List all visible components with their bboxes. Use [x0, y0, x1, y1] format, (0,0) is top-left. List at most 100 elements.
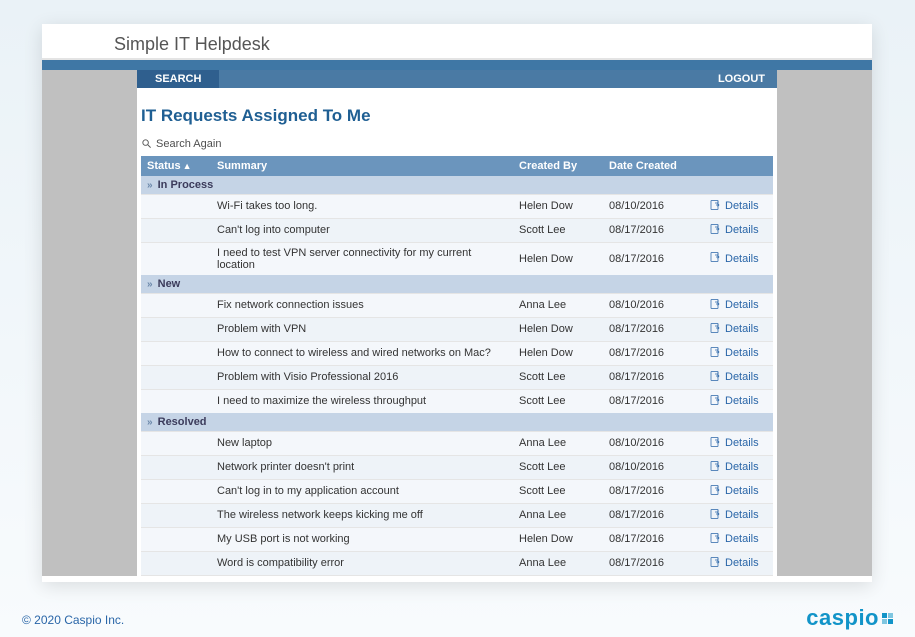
- table-row: How to connect to wireless and wired net…: [141, 341, 773, 365]
- details-label: Details: [725, 557, 759, 569]
- nav-search[interactable]: SEARCH: [137, 70, 219, 88]
- details-link[interactable]: Details: [709, 394, 759, 409]
- table-row: Problem with Visio Professional 2016Scot…: [141, 365, 773, 389]
- cell-date: 08/17/2016: [603, 503, 703, 527]
- details-icon: [709, 199, 721, 214]
- details-icon: [709, 508, 721, 523]
- cell-summary: Fix network connection issues: [211, 293, 513, 317]
- details-link[interactable]: Details: [709, 346, 759, 361]
- cell-date: 08/10/2016: [603, 455, 703, 479]
- cell-action: Details: [703, 341, 773, 365]
- cell-status: [141, 551, 211, 575]
- cell-action: Details: [703, 194, 773, 218]
- details-link[interactable]: Details: [709, 484, 759, 499]
- brand-text: caspio: [806, 605, 879, 631]
- details-label: Details: [725, 395, 759, 407]
- cell-summary: How to connect to wireless and wired net…: [211, 341, 513, 365]
- cell-summary: Problem with Visio Professional 2016: [211, 365, 513, 389]
- cell-date: 08/17/2016: [603, 242, 703, 275]
- cell-date: 08/17/2016: [603, 389, 703, 413]
- cell-status: [141, 242, 211, 275]
- cell-created-by: Scott Lee: [513, 479, 603, 503]
- col-summary[interactable]: Summary: [211, 156, 513, 176]
- cell-date: 08/17/2016: [603, 551, 703, 575]
- details-label: Details: [725, 347, 759, 359]
- cell-date: 08/10/2016: [603, 431, 703, 455]
- details-link[interactable]: Details: [709, 298, 759, 313]
- cell-status: [141, 575, 211, 576]
- app-title: Simple IT Helpdesk: [114, 34, 872, 55]
- table-row: Can't log in to my application accountSc…: [141, 479, 773, 503]
- cell-date: 08/29/2016: [603, 575, 703, 576]
- cell-action: Details: [703, 455, 773, 479]
- cell-date: 08/17/2016: [603, 317, 703, 341]
- cell-action: Details: [703, 431, 773, 455]
- details-label: Details: [725, 299, 759, 311]
- cell-status: [141, 365, 211, 389]
- sort-asc-icon: ▲: [183, 161, 192, 171]
- details-link[interactable]: Details: [709, 508, 759, 523]
- cell-status: [141, 194, 211, 218]
- cell-date: 08/10/2016: [603, 293, 703, 317]
- cell-status: [141, 317, 211, 341]
- details-link[interactable]: Details: [709, 460, 759, 475]
- details-link[interactable]: Details: [709, 532, 759, 547]
- table-row: The wireless network keeps kicking me of…: [141, 503, 773, 527]
- app-header: Simple IT Helpdesk: [42, 24, 872, 60]
- cell-action: Details: [703, 293, 773, 317]
- details-link[interactable]: Details: [709, 436, 759, 451]
- details-label: Details: [725, 461, 759, 473]
- cell-date: 08/17/2016: [603, 527, 703, 551]
- cell-created-by: Helen Dow: [513, 527, 603, 551]
- cell-created-by: Helen Dow: [513, 317, 603, 341]
- chevron-right-icon: »: [147, 417, 153, 428]
- cell-action: Details: [703, 503, 773, 527]
- cell-created-by: Anna Lee: [513, 575, 603, 576]
- search-icon: [141, 138, 152, 149]
- requests-table: Status▲ Summary Created By Date Created …: [141, 156, 773, 577]
- page-copyright: © 2020 Caspio Inc.: [22, 613, 124, 627]
- content-frame: SEARCH LOGOUT IT Requests Assigned To Me…: [42, 70, 872, 576]
- cell-date: 08/17/2016: [603, 479, 703, 503]
- details-link[interactable]: Details: [709, 223, 759, 238]
- search-again-link[interactable]: Search Again: [141, 138, 221, 150]
- cell-status: [141, 293, 211, 317]
- details-link[interactable]: Details: [709, 199, 759, 214]
- details-link[interactable]: Details: [709, 251, 759, 266]
- cell-created-by: Anna Lee: [513, 431, 603, 455]
- details-icon: [709, 394, 721, 409]
- app-window: Simple IT Helpdesk SEARCH LOGOUT IT Requ…: [42, 24, 872, 582]
- chevron-right-icon: »: [147, 180, 153, 191]
- col-date-created[interactable]: Date Created: [603, 156, 703, 176]
- header-accent-bar: [42, 60, 872, 70]
- cell-created-by: Anna Lee: [513, 293, 603, 317]
- details-icon: [709, 251, 721, 266]
- details-icon: [709, 322, 721, 337]
- details-label: Details: [725, 509, 759, 521]
- details-link[interactable]: Details: [709, 556, 759, 571]
- cell-date: 08/17/2016: [603, 365, 703, 389]
- group-header[interactable]: » In Process: [141, 176, 773, 195]
- details-icon: [709, 298, 721, 313]
- cell-summary: Wi-Fi takes too long.: [211, 194, 513, 218]
- table-row: Problem with VPNHelen Dow08/17/2016Detai…: [141, 317, 773, 341]
- details-icon: [709, 436, 721, 451]
- chevron-right-icon: »: [147, 279, 153, 290]
- details-link[interactable]: Details: [709, 370, 759, 385]
- nav-bar: SEARCH LOGOUT: [137, 70, 777, 88]
- cell-created-by: Helen Dow: [513, 341, 603, 365]
- cell-summary: I need to test VPN server connectivity f…: [211, 242, 513, 275]
- group-header[interactable]: » New: [141, 275, 773, 294]
- cell-status: [141, 479, 211, 503]
- cell-action: Details: [703, 317, 773, 341]
- group-header[interactable]: » Resolved: [141, 413, 773, 432]
- cell-summary: I need to maximize the wireless throughp…: [211, 389, 513, 413]
- cell-created-by: Scott Lee: [513, 218, 603, 242]
- details-link[interactable]: Details: [709, 322, 759, 337]
- nav-logout[interactable]: LOGOUT: [706, 70, 777, 88]
- table-row: I can't see people's availability in cal…: [141, 575, 773, 576]
- col-created-by[interactable]: Created By: [513, 156, 603, 176]
- col-status[interactable]: Status▲: [141, 156, 211, 176]
- brand-dots-icon: [882, 613, 893, 624]
- cell-created-by: Scott Lee: [513, 455, 603, 479]
